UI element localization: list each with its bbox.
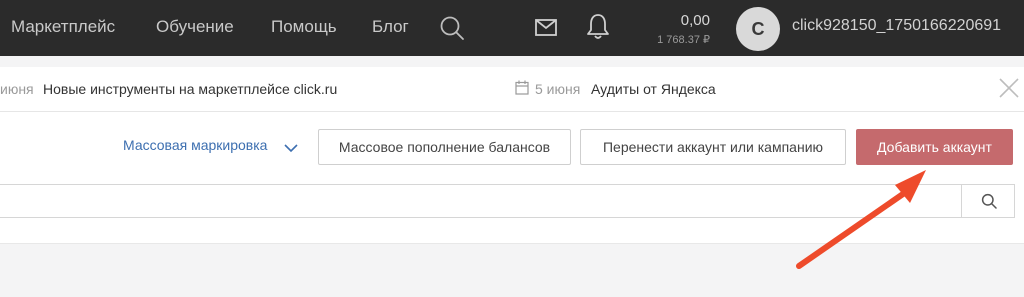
- search-icon: [981, 193, 997, 214]
- nav-help[interactable]: Помощь: [271, 17, 337, 37]
- news-date: 5 июня: [535, 81, 581, 97]
- transfer-account-button[interactable]: Перенести аккаунт или кампанию: [580, 129, 846, 165]
- search-button[interactable]: [961, 184, 1015, 218]
- nav-blog[interactable]: Блог: [372, 17, 409, 37]
- top-navigation-bar: Маркетплейс Обучение Помощь Блог 0,00 1 …: [0, 0, 1024, 56]
- bell-icon[interactable]: [586, 13, 610, 46]
- search-icon[interactable]: [439, 15, 465, 46]
- balance-amount: 0,00: [680, 12, 710, 29]
- mail-icon[interactable]: [535, 19, 557, 41]
- mass-topup-button[interactable]: Массовое пополнение балансов: [318, 129, 571, 165]
- close-icon[interactable]: [998, 77, 1020, 104]
- search-input[interactable]: [0, 184, 1015, 218]
- username[interactable]: click928150_1750166220691: [792, 17, 1001, 35]
- mass-marking-dropdown[interactable]: Массовая маркировка: [123, 137, 267, 153]
- nav-learning[interactable]: Обучение: [156, 17, 234, 37]
- chevron-down-icon[interactable]: [284, 140, 298, 158]
- news-bar: июня Новые инструменты на маркетплейсе c…: [0, 67, 1024, 112]
- nav-marketplace[interactable]: Маркетплейс: [11, 17, 115, 37]
- add-account-button[interactable]: Добавить аккаунт: [856, 129, 1013, 165]
- calendar-icon: [515, 80, 529, 100]
- avatar[interactable]: C: [736, 7, 780, 51]
- balance-secondary: 1 768.37 ₽: [657, 34, 710, 46]
- news-date: июня: [0, 81, 34, 97]
- news-title[interactable]: Новые инструменты на маркетплейсе click.…: [43, 81, 337, 97]
- news-title[interactable]: Аудиты от Яндекса: [591, 81, 716, 97]
